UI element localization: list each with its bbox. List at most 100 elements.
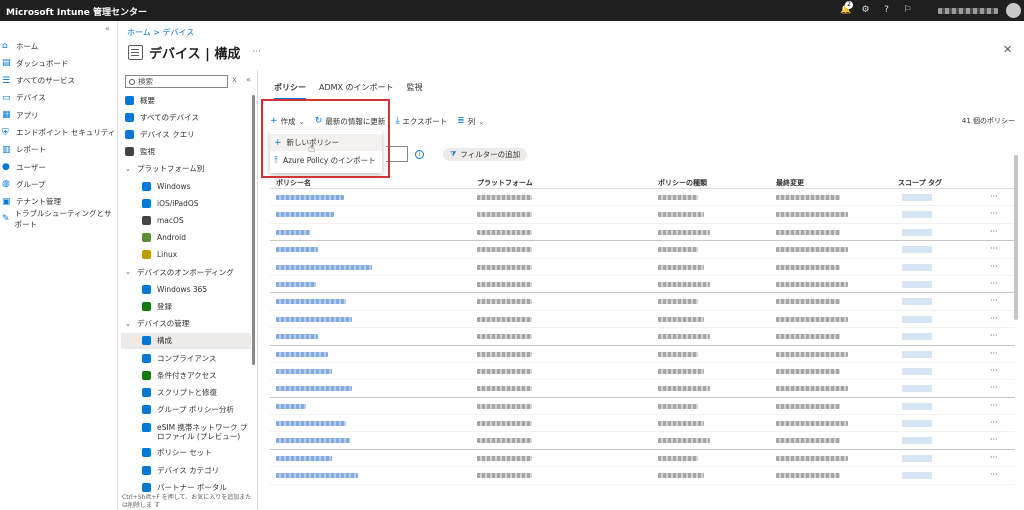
clear-search-icon[interactable]: x xyxy=(232,75,237,84)
nav-item-tenant[interactable]: ▣ テナント管理 xyxy=(2,195,116,209)
tab-policies[interactable]: ポリシー xyxy=(274,82,306,100)
policy-name-cell[interactable] xyxy=(276,334,318,340)
column-header-last-modified[interactable]: 最終変更 xyxy=(776,178,804,188)
column-header-platform[interactable]: プラットフォーム xyxy=(477,178,533,188)
row-more-options-icon[interactable]: ··· xyxy=(990,383,998,392)
policy-name-cell[interactable] xyxy=(276,455,332,461)
menu-search-input[interactable]: 検索 xyxy=(125,75,228,88)
policy-name-cell[interactable] xyxy=(276,421,346,427)
row-more-options-icon[interactable]: ··· xyxy=(990,366,998,375)
chevron-down-icon[interactable]: ⌄ xyxy=(125,320,134,328)
menu-item-18[interactable]: グループ ポリシー分析 xyxy=(121,402,251,418)
column-header-policy-type[interactable]: ポリシーの種類 xyxy=(658,178,707,188)
table-row[interactable]: ··· xyxy=(270,241,1015,259)
table-row[interactable]: ··· xyxy=(270,259,1015,276)
table-row[interactable]: ··· xyxy=(270,398,1015,416)
nav-item-wrench[interactable]: ✎ トラブルシューティングとサポート xyxy=(2,209,116,229)
policy-name-cell[interactable] xyxy=(276,195,344,200)
breadcrumb[interactable]: ホーム > デバイス xyxy=(127,27,194,38)
table-row[interactable]: ··· xyxy=(270,311,1015,329)
tab-monitor[interactable]: 監視 xyxy=(407,82,423,100)
table-row[interactable]: ··· xyxy=(270,224,1015,242)
menu-group-4[interactable]: ⌄ プラットフォーム別 xyxy=(121,161,251,177)
collapse-nav-icon[interactable]: « xyxy=(105,24,110,33)
chevron-down-icon[interactable]: ⌄ xyxy=(125,165,134,173)
nav-item-apps[interactable]: ▦ アプリ xyxy=(2,108,116,122)
table-row[interactable]: ··· xyxy=(270,450,1015,468)
more-options-icon[interactable]: ··· xyxy=(252,47,261,57)
nav-item-reports[interactable]: ▥ レポート xyxy=(2,143,116,157)
row-more-options-icon[interactable]: ··· xyxy=(990,244,998,253)
row-more-options-icon[interactable]: ··· xyxy=(990,331,998,340)
table-row[interactable]: ··· xyxy=(270,363,1015,381)
row-more-options-icon[interactable]: ··· xyxy=(990,453,998,462)
policy-name-cell[interactable] xyxy=(276,212,334,218)
policy-name-cell[interactable] xyxy=(276,264,372,270)
nav-item-devices[interactable]: ▭ デバイス xyxy=(2,91,116,105)
menu-scrollbar[interactable] xyxy=(252,95,255,365)
add-filter-button[interactable]: ⧩ フィルターの追加 xyxy=(443,148,528,161)
nav-item-list[interactable]: ☰ すべてのサービス xyxy=(2,74,116,88)
nav-item-home[interactable]: ⌂ ホーム xyxy=(2,39,116,53)
app-title[interactable]: Microsoft Intune 管理センター xyxy=(6,5,147,18)
menu-item-11[interactable]: Windows 365 xyxy=(121,281,251,297)
row-more-options-icon[interactable]: ··· xyxy=(990,192,998,201)
policy-name-cell[interactable] xyxy=(276,247,318,253)
feedback-icon[interactable]: ⚐ xyxy=(902,5,913,16)
menu-item-17[interactable]: スクリプトと修復 xyxy=(121,384,251,400)
policy-name-cell[interactable] xyxy=(276,386,352,392)
table-row[interactable]: ··· xyxy=(270,346,1015,363)
row-more-options-icon[interactable]: ··· xyxy=(990,227,998,236)
menu-item-1[interactable]: すべてのデバイス xyxy=(121,109,251,125)
menu-item-3[interactable]: 監視 xyxy=(121,144,251,160)
row-more-options-icon[interactable]: ··· xyxy=(990,314,998,323)
table-row[interactable]: ··· xyxy=(270,189,1015,207)
row-more-options-icon[interactable]: ··· xyxy=(990,279,998,288)
table-row[interactable]: ··· xyxy=(270,415,1015,433)
columns-button[interactable]: ≣ 列 ⌄ xyxy=(457,116,484,127)
menu-group-13[interactable]: ⌄ デバイスの管理 xyxy=(121,316,251,332)
row-more-options-icon[interactable]: ··· xyxy=(990,435,998,444)
menu-item-15[interactable]: コンプライアンス xyxy=(121,350,251,366)
policy-name-cell[interactable] xyxy=(276,229,310,235)
menu-item-8[interactable]: Android xyxy=(121,230,251,246)
table-row[interactable]: ··· xyxy=(270,380,1015,398)
row-more-options-icon[interactable]: ··· xyxy=(990,209,998,218)
tab-admx-import[interactable]: ADMX のインポート xyxy=(319,82,394,100)
settings-icon[interactable]: ⚙ xyxy=(860,5,871,16)
menu-item-12[interactable]: 登録 xyxy=(121,298,251,314)
policy-name-cell[interactable] xyxy=(276,299,346,305)
chevron-down-icon[interactable]: ⌄ xyxy=(125,268,134,276)
policy-name-cell[interactable] xyxy=(276,316,352,322)
menu-item-6[interactable]: iOS/iPadOS xyxy=(121,195,251,211)
row-more-options-icon[interactable]: ··· xyxy=(990,401,998,410)
menu-item-16[interactable]: 条件付きアクセス xyxy=(121,367,251,383)
menu-item-21[interactable]: デバイス カテゴリ xyxy=(121,462,251,478)
policy-name-cell[interactable] xyxy=(276,403,306,409)
menu-group-10[interactable]: ⌄ デバイスのオンボーディング xyxy=(121,264,251,280)
nav-item-dashboard[interactable]: ▤ ダッシュボード xyxy=(2,56,116,70)
menu-item-2[interactable]: デバイス クエリ xyxy=(121,126,251,142)
menu-item-7[interactable]: macOS xyxy=(121,212,251,228)
menu-item-22[interactable]: パートナー ポータル xyxy=(121,479,251,495)
row-more-options-icon[interactable]: ··· xyxy=(990,349,998,358)
table-row[interactable]: ··· xyxy=(270,432,1015,450)
menu-item-14[interactable]: 構成 xyxy=(121,332,251,349)
nav-item-shield[interactable]: ⛨ エンドポイント セキュリティ xyxy=(2,126,116,140)
policy-name-cell[interactable] xyxy=(276,351,328,357)
menu-item-19[interactable]: eSIM 携帯ネットワーク プロファイル (プレビュー) xyxy=(121,419,251,445)
nav-item-group[interactable]: ◍ グループ xyxy=(2,177,116,191)
table-row[interactable]: ··· xyxy=(270,276,1015,294)
close-icon[interactable]: ✕ xyxy=(1003,43,1012,56)
nav-item-user[interactable]: ● ユーザー xyxy=(2,160,116,174)
table-row[interactable]: ··· xyxy=(270,467,1015,485)
row-more-options-icon[interactable]: ··· xyxy=(990,262,998,271)
menu-item-9[interactable]: Linux xyxy=(121,247,251,263)
content-scrollbar[interactable] xyxy=(1014,155,1018,320)
policy-name-cell[interactable] xyxy=(276,438,350,444)
menu-item-20[interactable]: ポリシー セット xyxy=(121,445,251,461)
column-header-scope-tags[interactable]: スコープ タグ xyxy=(898,178,942,188)
avatar[interactable] xyxy=(1006,3,1021,18)
table-row[interactable]: ··· xyxy=(270,206,1015,224)
row-more-options-icon[interactable]: ··· xyxy=(990,470,998,479)
